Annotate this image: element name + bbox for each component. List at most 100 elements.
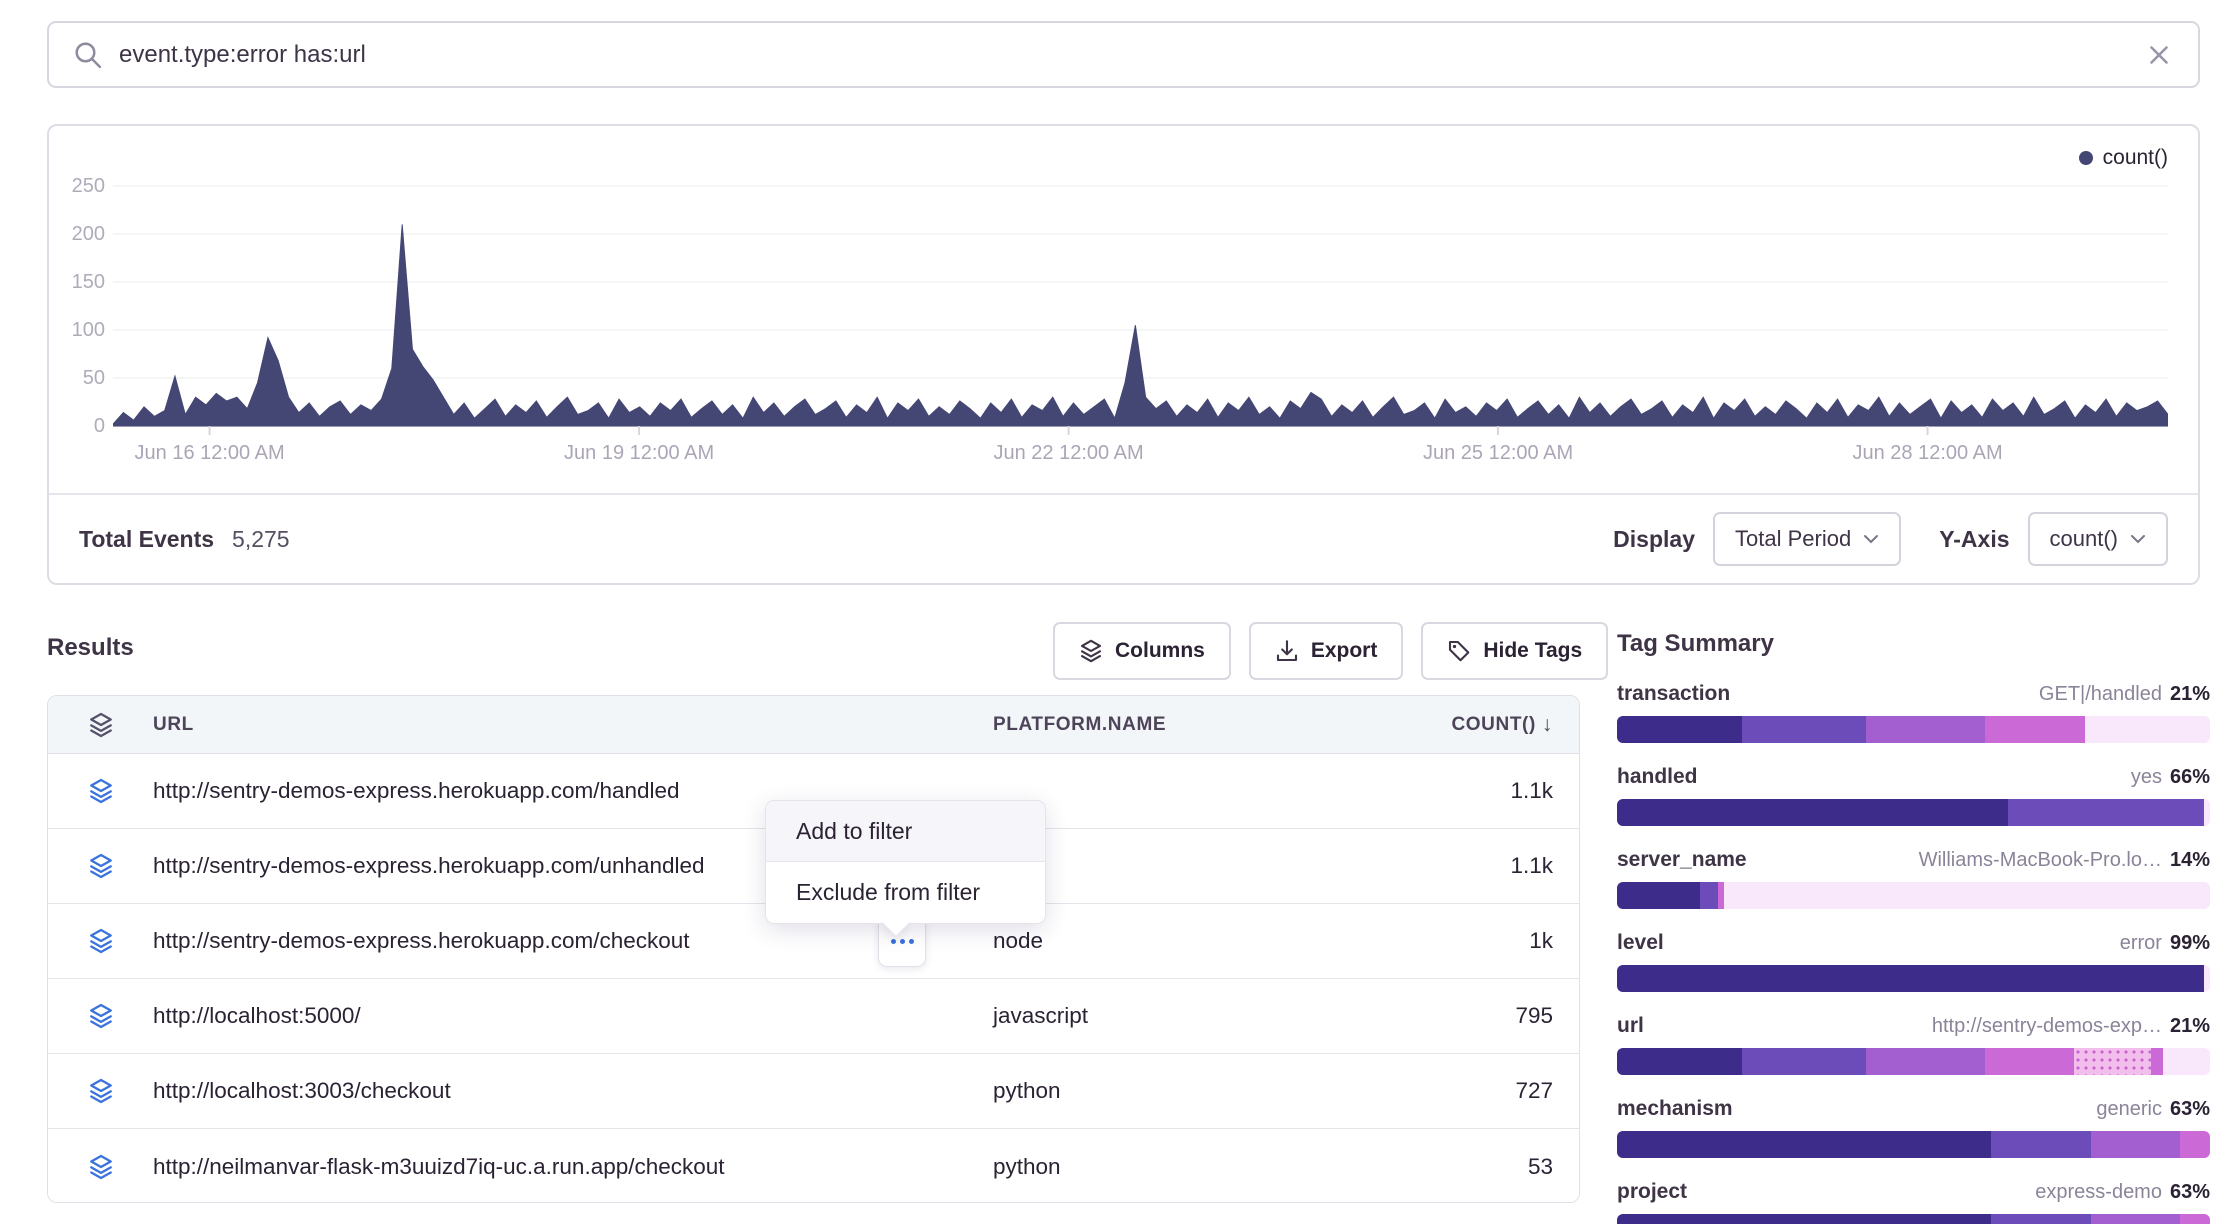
y-tick-label: 200 bbox=[49, 221, 105, 247]
events-area-chart[interactable] bbox=[113, 126, 2168, 436]
table-row[interactable]: http://localhost:3003/checkout python 72… bbox=[48, 1054, 1579, 1129]
search-input[interactable]: event.type:error has:url bbox=[119, 41, 2144, 69]
tag-bar-segment[interactable] bbox=[2085, 716, 2210, 743]
menu-item-exclude-from-filter[interactable]: Exclude from filter bbox=[766, 862, 1045, 923]
chart-footer: Total Events 5,275 Display Total Period … bbox=[49, 493, 2198, 583]
tag-bar-segment[interactable] bbox=[1617, 965, 2204, 992]
tag-bar-segment[interactable] bbox=[1617, 716, 1742, 743]
tag-bar-segment[interactable] bbox=[1700, 882, 1718, 909]
tag-bar-segment[interactable] bbox=[2163, 1048, 2210, 1075]
url-cell-value[interactable]: http://sentry-demos-express.herokuapp.co… bbox=[153, 928, 993, 954]
tag-distribution-bar[interactable] bbox=[1617, 1048, 2210, 1075]
url-cell-value[interactable]: http://neilmanvar-flask-m3uuizd7iq-uc.a.… bbox=[153, 1154, 993, 1180]
tag-top-value: yes bbox=[2131, 766, 2162, 789]
tag-summary-item: url http://sentry-demos-exp… 21% bbox=[1617, 1014, 2210, 1075]
tag-bar-segment[interactable] bbox=[2008, 799, 2204, 826]
yaxis-select-value: count() bbox=[2050, 526, 2118, 552]
tag-bar-segment[interactable] bbox=[1617, 1214, 1991, 1224]
legend-series-label: count() bbox=[2103, 146, 2168, 170]
tag-bar-segment[interactable] bbox=[1985, 716, 2086, 743]
stack-icon bbox=[1079, 639, 1103, 663]
tag-bar-segment[interactable] bbox=[2204, 965, 2210, 992]
tag-distribution-bar[interactable] bbox=[1617, 799, 2210, 826]
tag-bar-segment[interactable] bbox=[1617, 882, 1700, 909]
x-tick-label: Jun 25 12:00 AM bbox=[1423, 442, 1573, 465]
tag-bar-segment[interactable] bbox=[1617, 1131, 1991, 1158]
chart-legend[interactable]: count() bbox=[2079, 146, 2168, 170]
tag-top-percent: 14% bbox=[2170, 849, 2210, 872]
search-bar[interactable]: event.type:error has:url bbox=[47, 21, 2200, 88]
tag-bar-segment[interactable] bbox=[2180, 1214, 2210, 1224]
tag-top-value: generic bbox=[2096, 1098, 2162, 1121]
tag-name: project bbox=[1617, 1180, 1687, 1204]
events-chart-panel: count() 250200150100500 Jun 16 12:00 AMJ… bbox=[47, 124, 2200, 585]
columns-button[interactable]: Columns bbox=[1053, 622, 1231, 680]
x-tick-label: Jun 28 12:00 AM bbox=[1853, 442, 2003, 465]
stack-icon bbox=[88, 712, 114, 738]
tag-top-percent: 99% bbox=[2170, 932, 2210, 955]
total-events-label: Total Events bbox=[79, 526, 214, 553]
stack-icon bbox=[88, 1003, 114, 1029]
chevron-down-icon bbox=[1863, 534, 1879, 544]
tag-bar-segment[interactable] bbox=[2204, 799, 2210, 826]
tag-bar-segment[interactable] bbox=[1724, 882, 2210, 909]
columns-button-label: Columns bbox=[1115, 639, 1205, 663]
hide-tags-button[interactable]: Hide Tags bbox=[1421, 622, 1608, 680]
column-header-platform[interactable]: PLATFORM.NAME bbox=[993, 714, 1389, 736]
stack-icon bbox=[88, 778, 114, 804]
tag-bar-segment[interactable] bbox=[2180, 1131, 2210, 1158]
tag-name: transaction bbox=[1617, 682, 1730, 706]
tag-distribution-bar[interactable] bbox=[1617, 882, 2210, 909]
column-header-count[interactable]: COUNT() ↓ bbox=[1389, 713, 1579, 737]
stack-icon bbox=[88, 1154, 114, 1180]
url-cell-value[interactable]: http://localhost:3003/checkout bbox=[153, 1078, 993, 1104]
tag-bar-segment[interactable] bbox=[2091, 1131, 2180, 1158]
tag-distribution-bar[interactable] bbox=[1617, 716, 2210, 743]
column-header-url[interactable]: URL bbox=[153, 714, 993, 736]
tag-bar-segment[interactable] bbox=[2091, 1214, 2180, 1224]
table-row[interactable]: http://localhost:5000/ javascript 795 bbox=[48, 979, 1579, 1054]
url-cell-value[interactable]: http://localhost:5000/ bbox=[153, 1003, 993, 1029]
yaxis-select[interactable]: count() bbox=[2028, 512, 2168, 566]
tag-bar-segment[interactable] bbox=[1617, 1048, 1742, 1075]
chevron-down-icon bbox=[2130, 534, 2146, 544]
count-header-label: COUNT() bbox=[1451, 714, 1535, 736]
sort-desc-icon: ↓ bbox=[1542, 713, 1553, 737]
export-button-label: Export bbox=[1311, 639, 1378, 663]
tag-bar-segment[interactable] bbox=[1991, 1214, 2092, 1224]
tag-bar-segment[interactable] bbox=[1866, 1048, 1985, 1075]
clear-search-icon[interactable] bbox=[2144, 40, 2174, 70]
count-cell-value: 727 bbox=[1389, 1078, 1579, 1104]
tag-bar-segment[interactable] bbox=[1991, 1131, 2092, 1158]
count-cell-value: 795 bbox=[1389, 1003, 1579, 1029]
stack-icon bbox=[88, 1078, 114, 1104]
tag-bar-segment[interactable] bbox=[1617, 799, 2008, 826]
menu-item-add-to-filter[interactable]: Add to filter bbox=[766, 801, 1045, 862]
y-tick-label: 150 bbox=[49, 269, 105, 295]
tag-bar-segment[interactable] bbox=[1742, 716, 1867, 743]
tag-summary-item: level error 99% bbox=[1617, 931, 2210, 992]
tag-bar-segment[interactable] bbox=[1866, 716, 1985, 743]
download-icon bbox=[1275, 639, 1299, 663]
tag-bar-segment[interactable] bbox=[1742, 1048, 1867, 1075]
tag-top-value: error bbox=[2120, 932, 2162, 955]
tag-bar-segment[interactable] bbox=[2151, 1048, 2163, 1075]
export-button[interactable]: Export bbox=[1249, 622, 1404, 680]
results-table: URL PLATFORM.NAME COUNT() ↓ http://sentr… bbox=[47, 695, 1580, 1203]
tag-distribution-bar[interactable] bbox=[1617, 965, 2210, 992]
tag-name: url bbox=[1617, 1014, 1644, 1038]
results-actions: Columns Export Hide Tags bbox=[1053, 622, 1608, 680]
tag-distribution-bar[interactable] bbox=[1617, 1131, 2210, 1158]
tag-distribution-bar[interactable] bbox=[1617, 1214, 2210, 1224]
display-select[interactable]: Total Period bbox=[1713, 512, 1901, 566]
platform-cell-value: javascript bbox=[993, 1003, 1389, 1029]
tag-bar-segment[interactable] bbox=[1985, 1048, 2074, 1075]
table-row[interactable]: http://neilmanvar-flask-m3uuizd7iq-uc.a.… bbox=[48, 1129, 1579, 1203]
tag-summary-item: mechanism generic 63% bbox=[1617, 1097, 2210, 1158]
y-tick-label: 250 bbox=[49, 173, 105, 199]
tag-summary-title: Tag Summary bbox=[1617, 630, 2210, 658]
tag-top-percent: 63% bbox=[2170, 1098, 2210, 1121]
y-tick-label: 100 bbox=[49, 317, 105, 343]
table-header: URL PLATFORM.NAME COUNT() ↓ bbox=[48, 696, 1579, 754]
tag-bar-segment[interactable] bbox=[2074, 1048, 2151, 1075]
